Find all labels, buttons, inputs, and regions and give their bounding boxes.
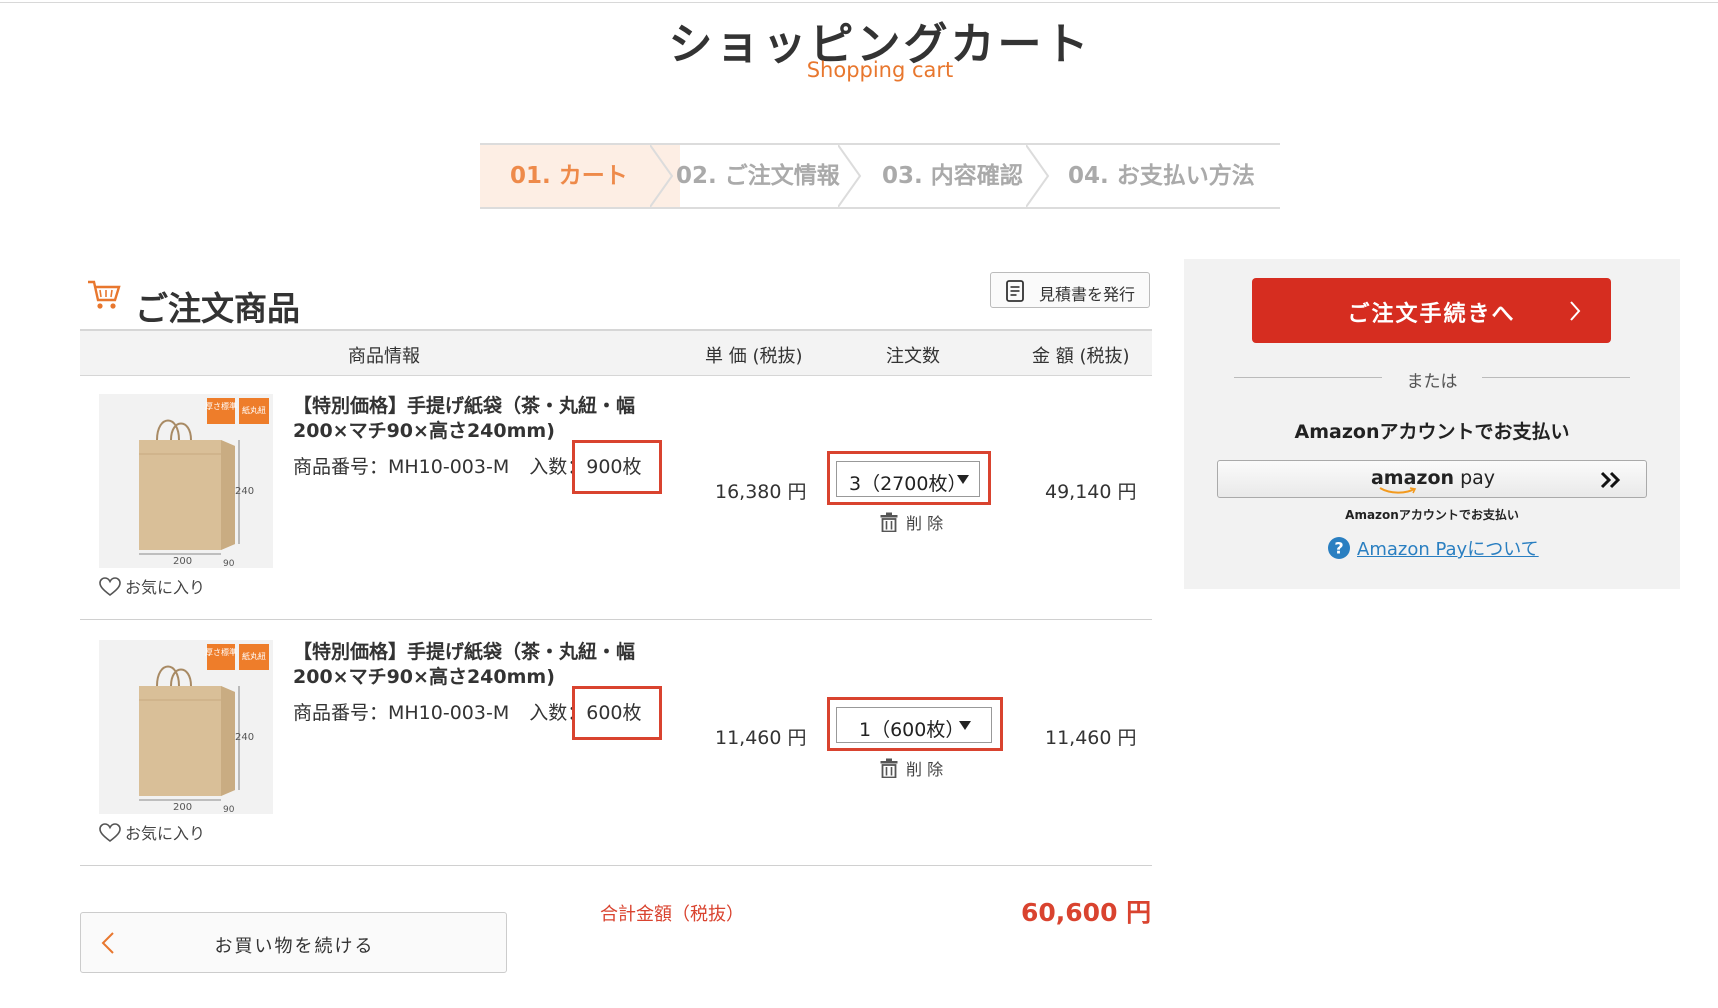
amazon-pay-about-label: Amazon Payについて (1357, 539, 1539, 560)
help-icon: ? (1328, 537, 1350, 559)
col-quantity: 注文数 (886, 346, 940, 367)
thumb-height: 240 (235, 486, 254, 497)
heart-icon (99, 577, 121, 597)
product-name[interactable]: 【特別価格】手提げ紙袋（茶・丸紐・幅200×マチ90×高さ240mm) (293, 394, 673, 444)
amazon-pay-logo-a: amazon (1370, 467, 1455, 489)
unit-price: 11,460 円 (715, 727, 807, 749)
col-unit-price: 単 価 (税抜) (705, 346, 803, 367)
page-subtitle: Shopping cart (806, 58, 954, 82)
thumb-tag-1: 厚さ標準 (205, 647, 237, 657)
amazon-heading: Amazonアカウントでお支払い (1294, 421, 1570, 443)
qty-highlight: 1（600枚） (827, 697, 1003, 751)
delete-button[interactable]: 削 除 (880, 756, 943, 780)
favorite-label: お気に入り (125, 578, 206, 597)
amazon-pay-button[interactable]: amazon pay (1217, 460, 1647, 498)
unit-price: 16,380 円 (715, 481, 807, 503)
amazon-pay-about-link[interactable]: ? Amazon Payについて (1327, 535, 1539, 561)
step-payment: 04. お支払い方法 (1068, 163, 1255, 189)
thumb-depth: 90 (223, 805, 235, 814)
thumb-tag-1: 厚さ標準 (205, 401, 237, 411)
col-product: 商品情報 (348, 346, 420, 367)
line-amount: 11,460 円 (1045, 727, 1137, 749)
checkout-sidebar: ご注文手続きへ または Amazonアカウントでお支払い amazon pay … (1184, 259, 1680, 589)
product-code: 商品番号：MH10-003-M (293, 702, 510, 724)
quote-button-label: 見積書を発行 (1039, 285, 1136, 304)
thumb-tag-2: 紙丸紐 (242, 651, 266, 661)
proceed-order-label: ご注文手続きへ (1347, 302, 1516, 327)
highlight-box (572, 686, 662, 740)
quantity-value: 3（2700枚） (849, 473, 967, 495)
quantity-select[interactable]: 1（600枚） (836, 707, 992, 743)
table-header: 商品情報 単 価 (税抜) 注文数 金 額 (税抜) (80, 329, 1152, 376)
amazon-pay-caption: Amazonアカウントでお支払い (1345, 508, 1519, 522)
svg-text:?: ? (1334, 539, 1343, 558)
irisu-label: 入数 (529, 702, 568, 724)
chevron-right-icon (1570, 301, 1581, 321)
total-value: 60,600 円 (1021, 898, 1152, 927)
cart-icon (88, 280, 121, 309)
caret-down-icon (957, 475, 969, 484)
continue-shopping-button[interactable]: お買い物を続ける (80, 912, 507, 973)
amazon-pay-logo: amazon pay (1218, 467, 1648, 489)
thumb-height: 240 (235, 732, 254, 743)
thumb-depth: 90 (223, 559, 235, 568)
delete-label: 削 除 (906, 760, 944, 779)
step-separator (838, 145, 862, 207)
amazon-pay-logo-b: pay (1454, 467, 1496, 489)
thumb-tag-2: 紙丸紐 (242, 405, 266, 415)
caret-down-icon (959, 721, 971, 730)
proceed-order-button[interactable]: ご注文手続きへ (1252, 278, 1611, 343)
total-label: 合計金額（税抜） (600, 904, 744, 925)
top-divider (0, 2, 1718, 3)
product-code: 商品番号：MH10-003-M (293, 456, 510, 478)
step-confirm: 03. 内容確認 (882, 163, 1023, 189)
checkout-steps: 01. カート 02. ご注文情報 03. 内容確認 04. お支払い方法 (480, 143, 1280, 209)
thumb-width: 200 (173, 556, 192, 567)
quantity-value: 1（600枚） (859, 719, 965, 741)
cart-item: 厚さ標準 紙丸紐 200 240 90 お気に入り 【特別価格】手提げ紙袋（茶・… (80, 374, 1152, 620)
qty-highlight: 3（2700枚） (827, 451, 991, 505)
heart-icon (99, 823, 121, 843)
quantity-select[interactable]: 3（2700枚） (836, 461, 980, 497)
product-image[interactable]: 厚さ標準 紙丸紐 200 240 90 (99, 394, 273, 568)
delete-button[interactable]: 削 除 (880, 510, 943, 534)
step-separator (1026, 145, 1050, 207)
product-image[interactable]: 厚さ標準 紙丸紐 200 240 90 (99, 640, 273, 814)
step-order-info: 02. ご注文情報 (676, 163, 840, 189)
divider-line (1482, 377, 1630, 378)
amazon-smile-icon (1379, 487, 1417, 494)
section-title: ご注文商品 (135, 289, 300, 328)
favorite-button[interactable]: お気に入り (99, 820, 205, 844)
product-name[interactable]: 【特別価格】手提げ紙袋（茶・丸紐・幅200×マチ90×高さ240mm) (293, 640, 673, 690)
cart-item: 厚さ標準 紙丸紐 200 240 90 お気に入り 【特別価格】手提げ紙袋（茶・… (80, 620, 1152, 866)
document-icon (1006, 280, 1024, 302)
favorite-label: お気に入り (125, 824, 206, 843)
double-chevron-right-icon (1600, 471, 1621, 489)
trash-icon (880, 758, 898, 778)
thumb-width: 200 (173, 802, 192, 813)
quote-button[interactable]: 見積書を発行 (990, 272, 1150, 308)
line-amount: 49,140 円 (1045, 481, 1137, 503)
or-divider: または (1234, 367, 1630, 392)
highlight-box (572, 440, 662, 494)
col-amount: 金 額 (税抜) (1032, 346, 1130, 367)
trash-icon (880, 512, 898, 532)
continue-shopping-label: お買い物を続ける (214, 936, 375, 957)
or-text: または (1406, 372, 1458, 392)
irisu-label: 入数 (529, 456, 568, 478)
delete-label: 削 除 (906, 514, 944, 533)
favorite-button[interactable]: お気に入り (99, 574, 205, 598)
